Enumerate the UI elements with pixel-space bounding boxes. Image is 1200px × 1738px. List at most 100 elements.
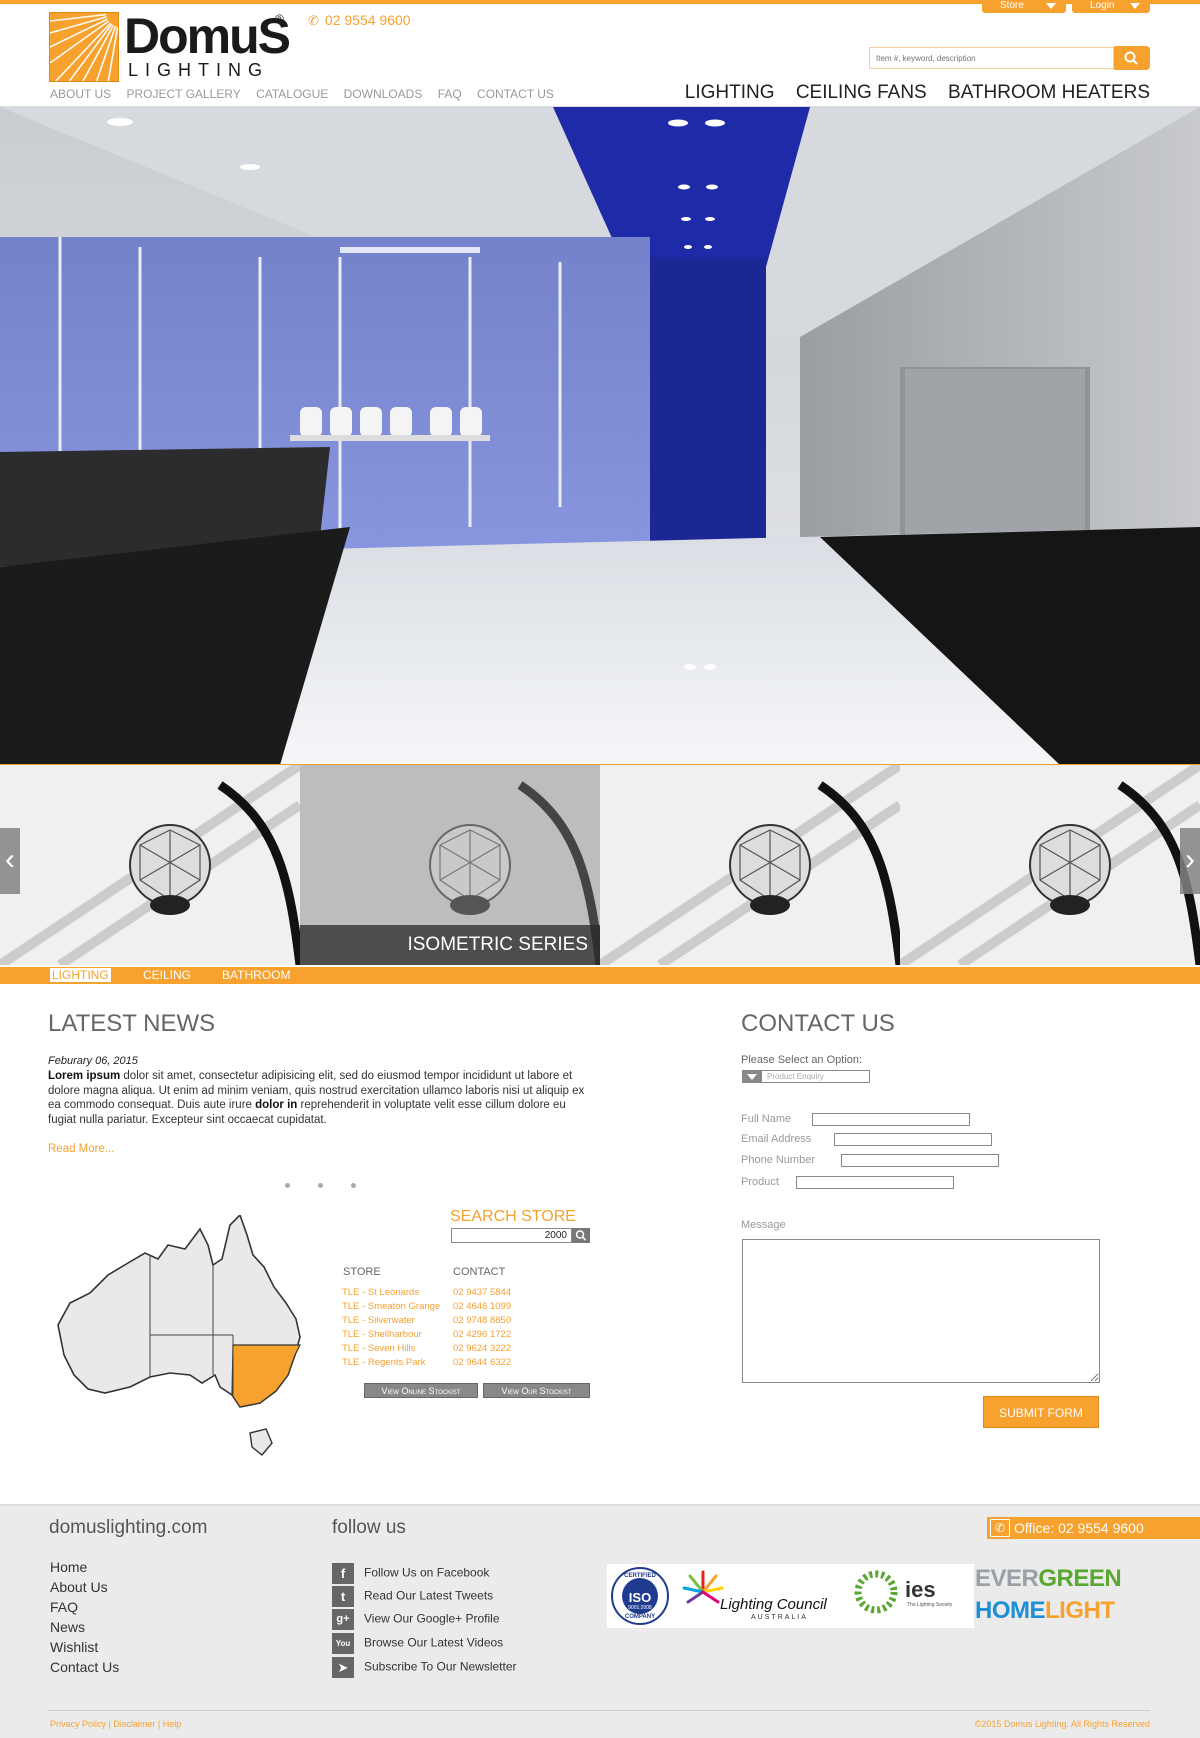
footer-link-wishlist[interactable]: Wishlist [50, 1639, 98, 1655]
store-name[interactable]: TLE - Shellharbour [342, 1329, 422, 1340]
search-input[interactable] [869, 47, 1114, 69]
nav-project-gallery[interactable]: PROJECT GALLERY [126, 87, 240, 101]
follow-newsletter-link[interactable]: ➤ Subscribe To Our Newsletter [332, 1657, 517, 1678]
carousel-slide[interactable] [900, 765, 1200, 965]
view-online-stockist-button[interactable]: View Online Stockist [364, 1383, 478, 1398]
evergreen-logo: EVERGREEN [975, 1565, 1122, 1593]
nav-about-us[interactable]: ABOUT US [50, 87, 111, 101]
follow-facebook-link[interactable]: f Follow Us on Facebook [332, 1563, 489, 1584]
homelight-logo: HOMELIGHT [975, 1597, 1115, 1625]
latest-news-title: LATEST NEWS [48, 1010, 216, 1037]
store-name[interactable]: TLE - Regents Park [342, 1357, 425, 1368]
office-phone-bar[interactable]: ✆ Office: 02 9554 9600 [987, 1517, 1200, 1539]
news-body: Lorem ipsum dolor sit amet, consectetur … [48, 1069, 588, 1127]
store-postcode-input[interactable] [451, 1228, 572, 1243]
carousel-slide[interactable] [600, 765, 900, 965]
header-phone-number: 02 9554 9600 [324, 12, 411, 28]
youtube-icon: You [332, 1633, 354, 1654]
store-name[interactable]: TLE - Silverwater [342, 1315, 415, 1326]
iso-badge-number: 9001:2008 [628, 1605, 652, 1611]
homelight-logo-part2: LIGHT [1045, 1597, 1115, 1624]
follow-youtube-link[interactable]: You Browse Our Latest Videos [332, 1633, 503, 1654]
ies-ring-icon [850, 1566, 902, 1618]
product-field[interactable] [796, 1176, 954, 1189]
footer-link-contact[interactable]: Contact Us [50, 1659, 119, 1675]
phone-field[interactable] [841, 1154, 999, 1167]
carousel-next-arrow-icon[interactable]: › [1180, 828, 1200, 894]
nav-catalogue[interactable]: CATALOGUE [256, 87, 328, 101]
nav-bathroom-heaters[interactable]: BATHROOM HEATERS [948, 82, 1150, 103]
nav-ceiling-fans[interactable]: CEILING FANS [796, 82, 927, 103]
chevron-down-icon [1130, 3, 1140, 9]
facebook-icon: f [332, 1563, 354, 1584]
nav-contact-us[interactable]: CONTACT US [477, 87, 554, 101]
follow-twitter-label: Read Our Latest Tweets [364, 1588, 494, 1603]
store-dropdown[interactable]: Store [982, 0, 1066, 13]
login-dropdown-label: Login [1090, 0, 1115, 11]
store-name[interactable]: TLE - Seven Hills [342, 1343, 415, 1354]
store-phone[interactable]: 02 9644 6322 [453, 1357, 511, 1368]
pagination-dot[interactable] [285, 1183, 290, 1188]
message-label: Message [741, 1219, 786, 1231]
category-tab-bathroom[interactable]: BATHROOM [222, 968, 290, 982]
footer-copyright: ©2015 Domus Lighting. All Rights Reserve… [974, 1719, 1150, 1729]
message-field[interactable] [742, 1239, 1100, 1383]
full-name-field[interactable] [812, 1113, 970, 1126]
australia-map[interactable] [50, 1213, 325, 1473]
email-field[interactable] [834, 1133, 992, 1146]
footer-link-faq[interactable]: FAQ [50, 1599, 78, 1615]
evergreen-logo-part1: EVER [975, 1565, 1039, 1592]
follow-newsletter-label: Subscribe To Our Newsletter [364, 1659, 517, 1674]
store-name[interactable]: TLE - Smeaton Grange [342, 1301, 440, 1312]
contact-column-header: CONTACT [453, 1266, 506, 1278]
logo-sunburst-icon[interactable] [49, 12, 119, 82]
carousel-slide[interactable] [0, 765, 300, 965]
category-tab-lighting[interactable]: LIGHTING [50, 968, 111, 982]
secondary-nav: ABOUT US PROJECT GALLERY CATALOGUE DOWNL… [50, 87, 566, 101]
follow-youtube-label: Browse Our Latest Videos [364, 1635, 504, 1650]
store-phone[interactable]: 02 9624 3222 [453, 1343, 511, 1354]
store-phone[interactable]: 02 4296 1722 [453, 1329, 511, 1340]
footer-legal-links[interactable]: Privacy Policy | Disclaimer | Help [50, 1719, 181, 1729]
pagination-dot[interactable] [318, 1183, 323, 1188]
store-phone[interactable]: 02 4646 1099 [453, 1301, 511, 1312]
iso-badge-text: ISO [628, 1590, 652, 1605]
store-search-button[interactable] [572, 1228, 590, 1243]
brand-name[interactable]: DomuS [124, 8, 291, 64]
read-more-link[interactable]: Read More... [48, 1143, 114, 1155]
header-phone[interactable]: ✆ 02 9554 9600 [308, 12, 411, 29]
nav-lighting[interactable]: LIGHTING [685, 82, 775, 103]
store-phone[interactable]: 02 9437 5844 [453, 1287, 511, 1298]
nav-faq[interactable]: FAQ [438, 87, 462, 101]
contact-us-title: CONTACT US [741, 1010, 895, 1037]
carousel-prev-arrow-icon[interactable]: ‹ [0, 828, 20, 894]
submit-form-button[interactable]: SUBMIT FORM [983, 1396, 1099, 1428]
follow-googleplus-link[interactable]: g+ View Our Google+ Profile [332, 1609, 500, 1630]
footer-link-home[interactable]: Home [50, 1559, 87, 1575]
chevron-down-icon[interactable] [742, 1070, 762, 1083]
category-tab-strip: LIGHTING CEILING BATHROOM [0, 967, 1200, 984]
store-phone[interactable]: 02 9748 8850 [453, 1315, 511, 1326]
nav-downloads[interactable]: DOWNLOADS [344, 87, 423, 101]
brand-subtitle: LIGHTING [128, 60, 270, 80]
office-phone-text: Office: 02 9554 9600 [1014, 1520, 1144, 1536]
full-name-label: Full Name [741, 1113, 792, 1125]
footer-link-about[interactable]: About Us [50, 1579, 108, 1595]
login-dropdown[interactable]: Login [1072, 0, 1150, 13]
ies-sub: The Lighting Society [907, 1602, 953, 1608]
view-our-stockist-button[interactable]: View Our Stockist [483, 1383, 590, 1398]
carousel-caption: ISOMETRIC SERIES [300, 925, 600, 965]
send-icon: ➤ [332, 1657, 354, 1678]
store-name[interactable]: TLE - St Leonards [342, 1287, 419, 1298]
category-tab-ceiling[interactable]: CEILING [143, 968, 191, 982]
pagination-dot[interactable] [351, 1183, 356, 1188]
lighting-council-logo: Lighting Council [720, 1596, 827, 1613]
phone-icon: ✆ [990, 1519, 1010, 1537]
phone-icon: ✆ [308, 13, 319, 28]
search-button[interactable] [1114, 46, 1150, 70]
footer-link-news[interactable]: News [50, 1619, 85, 1635]
carousel-slide-active[interactable]: ISOMETRIC SERIES [300, 765, 600, 965]
news-date: Feburary 06, 2015 [48, 1055, 138, 1067]
follow-twitter-link[interactable]: t Read Our Latest Tweets [332, 1586, 493, 1607]
news-lead-bold: Lorem ipsum [48, 1070, 121, 1082]
